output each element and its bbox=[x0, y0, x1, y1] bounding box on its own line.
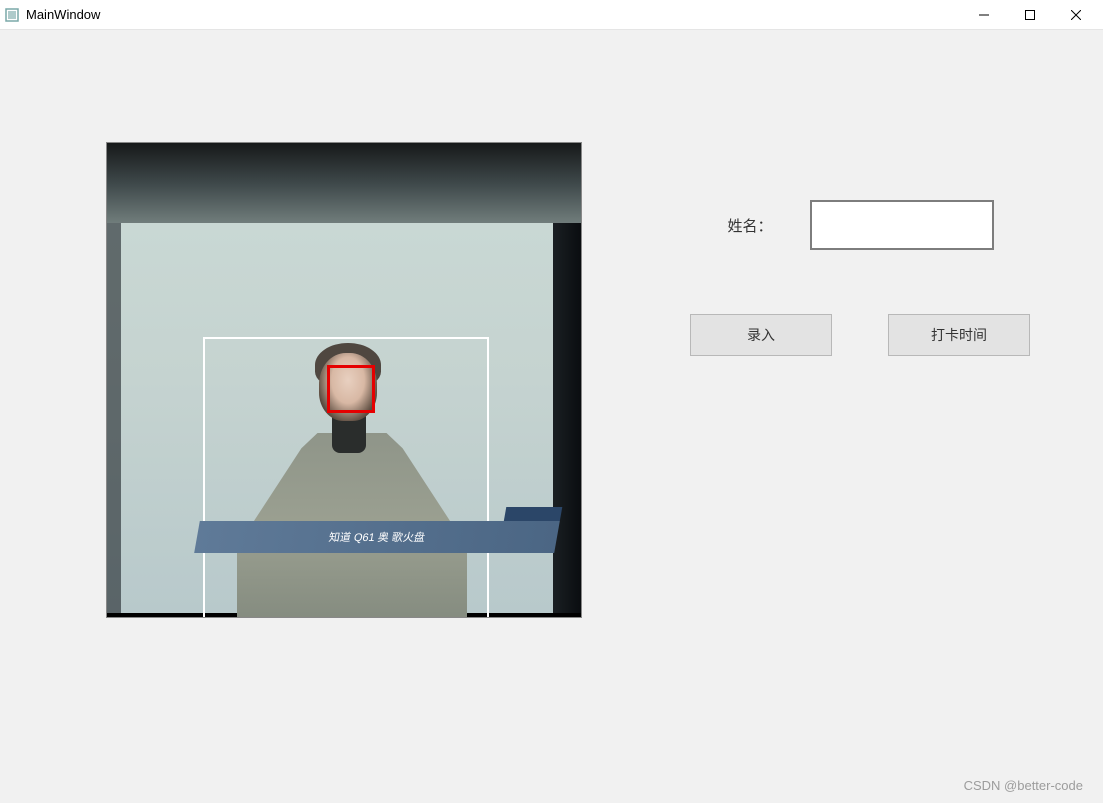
clock-time-button[interactable]: 打卡时间 bbox=[888, 314, 1030, 356]
watermark: CSDN @better-code bbox=[964, 778, 1083, 793]
minimize-button[interactable] bbox=[961, 0, 1007, 30]
app-icon bbox=[4, 7, 20, 23]
name-input[interactable] bbox=[810, 200, 994, 250]
video-bg-top bbox=[107, 143, 581, 225]
video-bg-bezel-right bbox=[553, 223, 581, 613]
enroll-button[interactable]: 录入 bbox=[690, 314, 832, 356]
form-panel: 姓名： 录入 打卡时间 bbox=[690, 200, 1030, 356]
sub-toolbar bbox=[0, 30, 1103, 40]
video-caption-tag bbox=[504, 507, 562, 521]
button-row: 录入 打卡时间 bbox=[690, 314, 1030, 356]
name-label: 姓名： bbox=[690, 215, 810, 236]
video-preview: 知道 Q61 奥 歌火盘 bbox=[106, 142, 582, 618]
video-caption-banner: 知道 Q61 奥 歌火盘 bbox=[194, 521, 560, 553]
close-button[interactable] bbox=[1053, 0, 1099, 30]
window-controls bbox=[961, 0, 1099, 29]
content-area: 知道 Q61 奥 歌火盘 姓名： 录入 打卡时间 bbox=[0, 40, 1103, 803]
name-row: 姓名： bbox=[690, 200, 1030, 250]
window-title: MainWindow bbox=[26, 7, 961, 22]
video-bg-bezel-left bbox=[107, 223, 121, 613]
video-caption-text: 知道 Q61 奥 歌火盘 bbox=[328, 529, 427, 545]
maximize-button[interactable] bbox=[1007, 0, 1053, 30]
titlebar: MainWindow bbox=[0, 0, 1103, 30]
face-detection-box bbox=[327, 365, 375, 413]
